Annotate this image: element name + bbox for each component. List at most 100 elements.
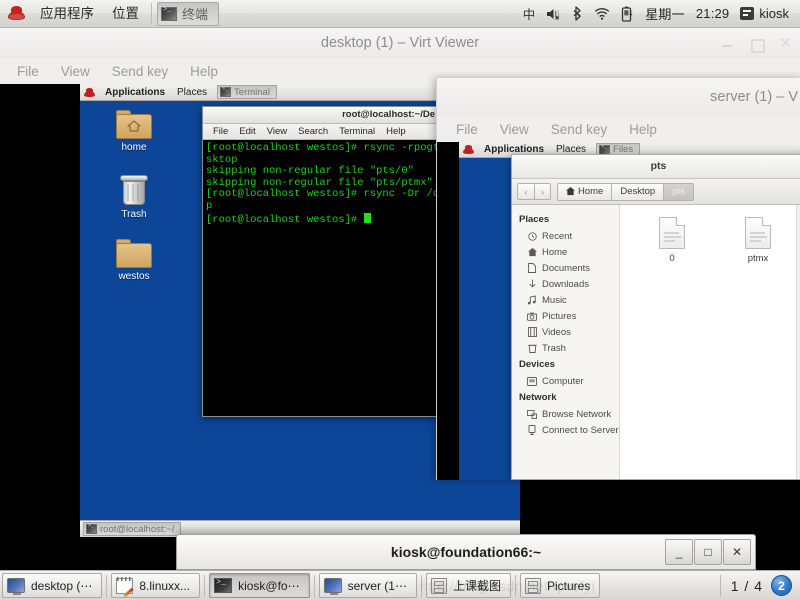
forward-button[interactable]: › [534, 183, 551, 200]
desktop-icon-westos[interactable]: westos [102, 239, 166, 282]
sidebar-item-pictures[interactable]: Pictures [512, 308, 619, 324]
battery-charging-icon[interactable] [621, 6, 634, 22]
vm-task-terminal[interactable]: Terminal [217, 85, 277, 99]
kiosk-terminal-window[interactable]: kiosk@foundation66:~ _ □ ✕ [176, 534, 756, 570]
file-item[interactable]: 0 [648, 217, 696, 264]
terminal-icon [214, 578, 233, 593]
volume-muted-icon[interactable] [546, 7, 562, 21]
taskbar-item-8linuxx[interactable]: 8.linuxx... [111, 573, 201, 598]
menu-file[interactable]: File [447, 120, 487, 139]
user-name: kiosk [759, 6, 789, 21]
menu-help[interactable]: Help [181, 62, 227, 81]
taskbar-item-server[interactable]: server (1⋯ [318, 573, 417, 598]
maximize-button[interactable] [750, 37, 765, 53]
sidebar-item-trash[interactable]: Trash [512, 340, 619, 356]
breadcrumb: Home Desktop pts [557, 182, 694, 201]
close-button[interactable]: ✕ [723, 539, 751, 565]
files-view[interactable]: 0 ptmx [620, 205, 800, 479]
sidebar-item-label: Trash [542, 342, 566, 354]
taskbar-item-pictures[interactable]: Pictures [519, 573, 601, 598]
film-icon [527, 327, 537, 337]
window-task-terminal[interactable]: 终端 [157, 1, 220, 26]
taskbar-item-kiosk-terminal[interactable]: kiosk@fo⋯ [209, 573, 310, 598]
taskbar-item-label: 上课截图 [452, 579, 501, 593]
vm-terminal-output[interactable]: [root@localhost westos]# rsync -rpogtl /… [203, 140, 439, 415]
file-name: ptmx [747, 253, 769, 264]
wifi-icon[interactable] [594, 7, 610, 20]
taskbar-separator [514, 574, 516, 597]
desktop-icon-trash[interactable]: Trash [102, 174, 166, 220]
close-button[interactable]: ✕ [779, 36, 792, 51]
breadcrumb-pts[interactable]: pts [663, 182, 694, 201]
clock-time[interactable]: 21:29 [696, 6, 730, 21]
sidebar-item-downloads[interactable]: Downloads [512, 276, 619, 292]
files-window[interactable]: pts ‹ › Home Desktop pts Places Recent H… [511, 154, 800, 480]
menu-help[interactable]: Help [620, 120, 666, 139]
clock-day[interactable]: 星期一 [645, 4, 685, 23]
taskbar-item-screenshots[interactable]: 上课截图 [425, 573, 511, 598]
applications-menu[interactable]: 应用程序 [31, 1, 103, 27]
vm-places-menu[interactable]: Places [171, 87, 213, 98]
menu-file[interactable]: File [8, 62, 48, 81]
sidebar-item-browse-network[interactable]: Browse Network [512, 406, 619, 422]
breadcrumb-label: Home [578, 186, 604, 197]
menu-send-key[interactable]: Send key [542, 120, 616, 139]
sidebar-item-label: Music [542, 294, 567, 306]
taskbar-item-label: server (1⋯ [347, 578, 407, 593]
files-scrollbar[interactable] [796, 205, 800, 479]
file-item[interactable]: ptmx [734, 217, 782, 264]
vm-applications-menu[interactable]: Applications [99, 87, 171, 98]
top-panel-status-area: 中 星期一 21:29 kiosk [523, 4, 800, 23]
user-menu[interactable]: kiosk [740, 6, 789, 21]
download-arrow-icon [527, 279, 537, 289]
sidebar-group-places: Places [519, 214, 550, 225]
terminal-menu-view[interactable]: View [262, 126, 292, 137]
terminal-menu-help[interactable]: Help [381, 126, 411, 137]
sidebar-group-devices: Devices [519, 359, 555, 370]
sidebar-item-label: Computer [542, 375, 584, 387]
music-note-icon [527, 295, 537, 305]
sidebar-item-recent[interactable]: Recent [512, 228, 619, 244]
menu-view[interactable]: View [491, 120, 538, 139]
minimize-button[interactable]: _ [665, 539, 693, 565]
terminal-menu-search[interactable]: Search [293, 126, 333, 137]
redhat-logo-icon [8, 5, 25, 22]
sidebar-item-music[interactable]: Music [512, 292, 619, 308]
bottom-taskbar: desktop (⋯ 8.linuxx... kiosk@fo⋯ server … [0, 570, 800, 600]
files-icon [599, 144, 611, 155]
sidebar-item-documents[interactable]: Documents [512, 260, 619, 276]
minimize-button[interactable] [721, 37, 734, 50]
sidebar-item-connect-to-server[interactable]: Connect to Server [512, 422, 619, 438]
workspace-pager[interactable]: 1 / 4 [731, 578, 763, 594]
back-button[interactable]: ‹ [517, 183, 534, 200]
vm-terminal-window[interactable]: root@localhost:~/De File Edit View Searc… [202, 106, 440, 417]
sidebar-item-label: Documents [542, 262, 591, 274]
maximize-button[interactable]: □ [694, 539, 722, 565]
vm-taskbar-item-terminal[interactable]: root@localhost:~/ [83, 522, 182, 536]
taskbar-separator [719, 574, 721, 597]
notification-badge[interactable]: 2 [771, 575, 792, 596]
sidebar-item-label: Home [542, 246, 568, 258]
virt-viewer-server-menubar: File View Send key Help [437, 116, 800, 142]
bluetooth-icon[interactable] [573, 6, 583, 21]
vm-taskbar-item-label: root@localhost:~/ [100, 523, 175, 535]
menu-view[interactable]: View [52, 62, 99, 81]
files-toolbar: ‹ › Home Desktop pts [512, 179, 800, 205]
breadcrumb-home[interactable]: Home [557, 182, 612, 201]
sidebar-item-computer[interactable]: Computer [512, 373, 619, 389]
sidebar-item-home[interactable]: Home [512, 244, 619, 260]
home-icon [527, 247, 537, 257]
terminal-menu-edit[interactable]: Edit [234, 126, 260, 137]
terminal-menu-file[interactable]: File [208, 126, 233, 137]
terminal-menu-terminal[interactable]: Terminal [334, 126, 380, 137]
sidebar-item-videos[interactable]: Videos [512, 324, 619, 340]
breadcrumb-desktop[interactable]: Desktop [611, 182, 664, 201]
menu-send-key[interactable]: Send key [103, 62, 177, 81]
vm-screen-server[interactable]: Applications Places Files pts ‹ [437, 142, 800, 480]
taskbar-item-desktop[interactable]: desktop (⋯ [2, 573, 103, 598]
input-method-indicator[interactable]: 中 [523, 4, 536, 23]
desktop-icon-home[interactable]: home [102, 110, 166, 153]
places-menu[interactable]: 位置 [103, 1, 148, 27]
desktop-icon-label: Trash [121, 209, 147, 220]
trash-icon [119, 174, 149, 206]
